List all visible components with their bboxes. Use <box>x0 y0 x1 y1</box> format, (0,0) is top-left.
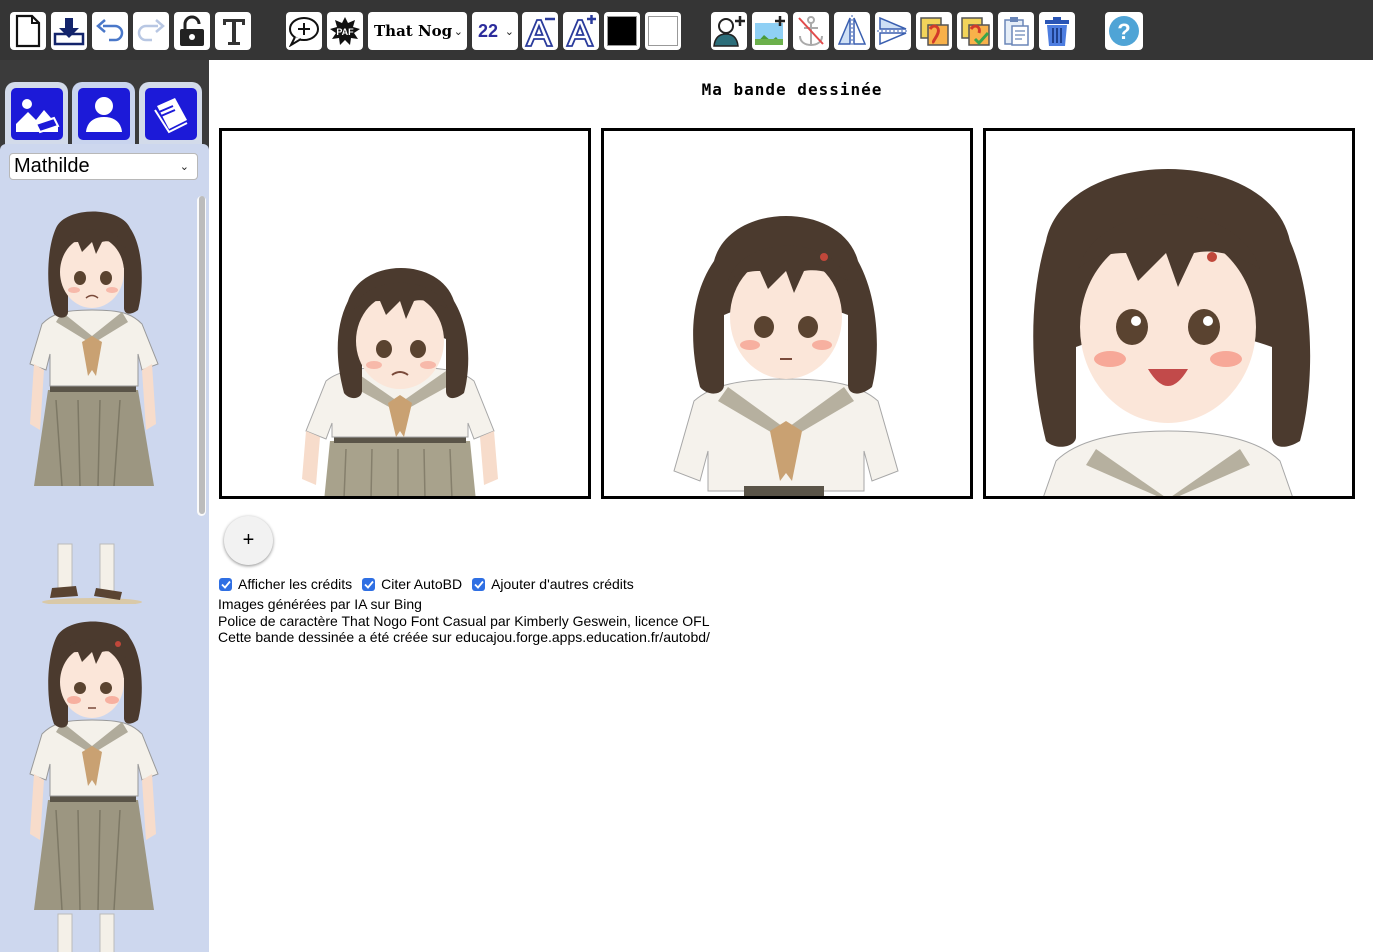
cite-autobd-checkbox[interactable] <box>362 577 376 591</box>
tab-backgrounds[interactable] <box>5 82 68 146</box>
add-bubble-button[interactable] <box>286 12 322 50</box>
sidebar: Mathilde ⌄ <box>0 60 209 952</box>
svg-text:?: ? <box>1117 19 1130 44</box>
credit-line: Cette bande dessinée a été créée sur edu… <box>218 629 710 645</box>
credit-line: Images générées par IA sur Bing <box>218 596 422 612</box>
add-background-button[interactable] <box>752 12 788 50</box>
help-button[interactable]: ? <box>1105 12 1143 50</box>
download-button[interactable] <box>51 12 87 50</box>
character-pose-sad[interactable] <box>12 204 182 609</box>
book-icon <box>144 88 197 140</box>
paste-style-icon <box>961 17 990 46</box>
flip-horizontal-icon <box>837 15 867 47</box>
tab-book[interactable] <box>139 82 202 146</box>
add-character-icon <box>713 16 745 47</box>
onomatopoeia-button[interactable]: PAF <box>327 12 363 50</box>
credits-text: Images générées par IA sur Bing Police d… <box>218 596 710 646</box>
tab-characters[interactable] <box>72 82 135 146</box>
lock-button[interactable] <box>174 12 210 50</box>
anchor-icon <box>798 16 824 47</box>
font-decrease-button[interactable] <box>522 12 558 50</box>
undo-icon <box>96 19 124 42</box>
add-other-credits-label: Ajouter d'autres crédits <box>491 576 634 592</box>
background-color-button[interactable] <box>645 12 681 50</box>
anchor-button[interactable] <box>793 12 829 50</box>
character-select[interactable]: Mathilde ⌄ <box>9 153 198 180</box>
delete-button[interactable] <box>1039 12 1075 50</box>
flip-vertical-button[interactable] <box>875 12 911 50</box>
character-panel: Mathilde ⌄ <box>0 144 209 952</box>
add-bubble-icon <box>288 17 319 47</box>
font-size-value: 22 <box>478 20 499 41</box>
text-color-swatch <box>607 16 637 46</box>
redo-icon <box>137 19 165 42</box>
new-page-button[interactable] <box>10 12 46 50</box>
font-family-value: That Nogo <box>374 22 452 40</box>
help-icon: ? <box>1109 16 1139 46</box>
undo-button[interactable] <box>92 12 128 50</box>
flip-horizontal-button[interactable] <box>834 12 870 50</box>
check-icon <box>473 580 484 589</box>
new-page-icon <box>15 14 41 48</box>
font-family-select[interactable]: That Nogo ⌄ <box>368 12 467 50</box>
comic-editor: Ma bande dessinée + Afficher les crédits… <box>209 60 1373 952</box>
add-background-icon <box>755 16 785 45</box>
chevron-down-icon: ⌄ <box>179 161 189 173</box>
comic-panel-2[interactable] <box>601 128 973 499</box>
text-color-button[interactable] <box>604 12 640 50</box>
text-tool-button[interactable] <box>215 12 251 50</box>
paste-style-button[interactable] <box>957 12 993 50</box>
flip-vertical-icon <box>877 16 909 46</box>
character-list-scroll-thumb[interactable] <box>199 196 205 514</box>
comic-panel-1[interactable] <box>219 128 591 499</box>
trash-icon <box>1045 17 1069 46</box>
font-decrease-icon <box>524 17 555 47</box>
character-image <box>673 216 899 496</box>
show-credits-label: Afficher les crédits <box>238 576 353 592</box>
chevron-down-icon: ⌄ <box>453 25 463 38</box>
copy-style-icon <box>920 17 949 46</box>
person-icon <box>77 88 130 140</box>
check-icon <box>363 580 374 589</box>
scenery-icon <box>10 88 63 140</box>
check-icon <box>220 580 231 589</box>
font-increase-button[interactable] <box>563 12 599 50</box>
lock-icon <box>180 15 204 46</box>
add-other-credits-checkbox[interactable] <box>472 577 486 591</box>
toolbar: PAF That Nogo ⌄ 22 ⌄ <box>0 0 1373 60</box>
character-image <box>1033 169 1311 496</box>
credit-options: Afficher les crédits Citer AutoBD Ajoute… <box>219 576 644 592</box>
redo-button[interactable] <box>133 12 169 50</box>
onomatopoeia-icon: PAF <box>330 17 360 45</box>
download-icon <box>53 18 85 46</box>
font-increase-icon <box>565 15 596 47</box>
character-select-value: Mathilde <box>14 155 90 177</box>
svg-text:PAF: PAF <box>336 27 354 37</box>
text-icon <box>221 19 245 45</box>
character-image <box>302 268 498 496</box>
clipboard-button[interactable] <box>998 12 1034 50</box>
character-pose-pout[interactable] <box>12 614 182 952</box>
character-list <box>0 194 194 952</box>
comic-title[interactable]: Ma bande dessinée <box>209 80 1373 99</box>
font-size-select[interactable]: 22 ⌄ <box>472 12 518 50</box>
credit-line: Police de caractère That Nogo Font Casua… <box>218 612 710 629</box>
show-credits-checkbox[interactable] <box>219 577 232 591</box>
comic-panel-3[interactable] <box>983 128 1355 499</box>
add-character-button[interactable] <box>711 12 747 50</box>
clipboard-icon <box>1004 17 1029 46</box>
cite-autobd-label: Citer AutoBD <box>381 576 463 592</box>
background-color-swatch <box>648 16 678 46</box>
chevron-down-icon: ⌄ <box>504 25 514 38</box>
copy-style-button[interactable] <box>916 12 952 50</box>
add-panel-button[interactable]: + <box>224 516 273 565</box>
